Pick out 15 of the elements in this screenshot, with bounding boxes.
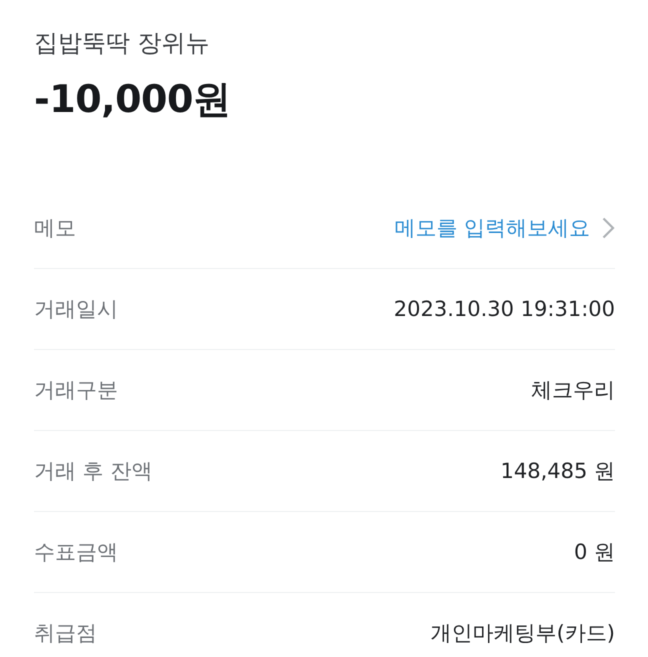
detail-value: 2023.10.30 19:31:00 bbox=[394, 296, 615, 323]
detail-value: 체크우리 bbox=[531, 377, 615, 404]
detail-label: 수표금액 bbox=[34, 539, 118, 566]
detail-label: 거래구분 bbox=[34, 377, 118, 404]
transaction-amount: -10,000원 bbox=[34, 76, 232, 122]
detail-value: 개인마케팅부(카드) bbox=[430, 620, 615, 647]
detail-value: 148,485 원 bbox=[500, 458, 615, 485]
chevron-right-icon bbox=[602, 217, 615, 239]
detail-label: 거래 후 잔액 bbox=[34, 458, 152, 485]
detail-label: 취급점 bbox=[34, 620, 97, 647]
detail-label: 메모 bbox=[34, 215, 76, 242]
memo-input-link[interactable]: 메모를 입력해보세요 bbox=[394, 213, 615, 243]
merchant-name: 집밥뚝딱 장위뉴 bbox=[34, 28, 211, 58]
detail-value: 0 원 bbox=[574, 539, 615, 566]
detail-label: 거래일시 bbox=[34, 296, 118, 323]
